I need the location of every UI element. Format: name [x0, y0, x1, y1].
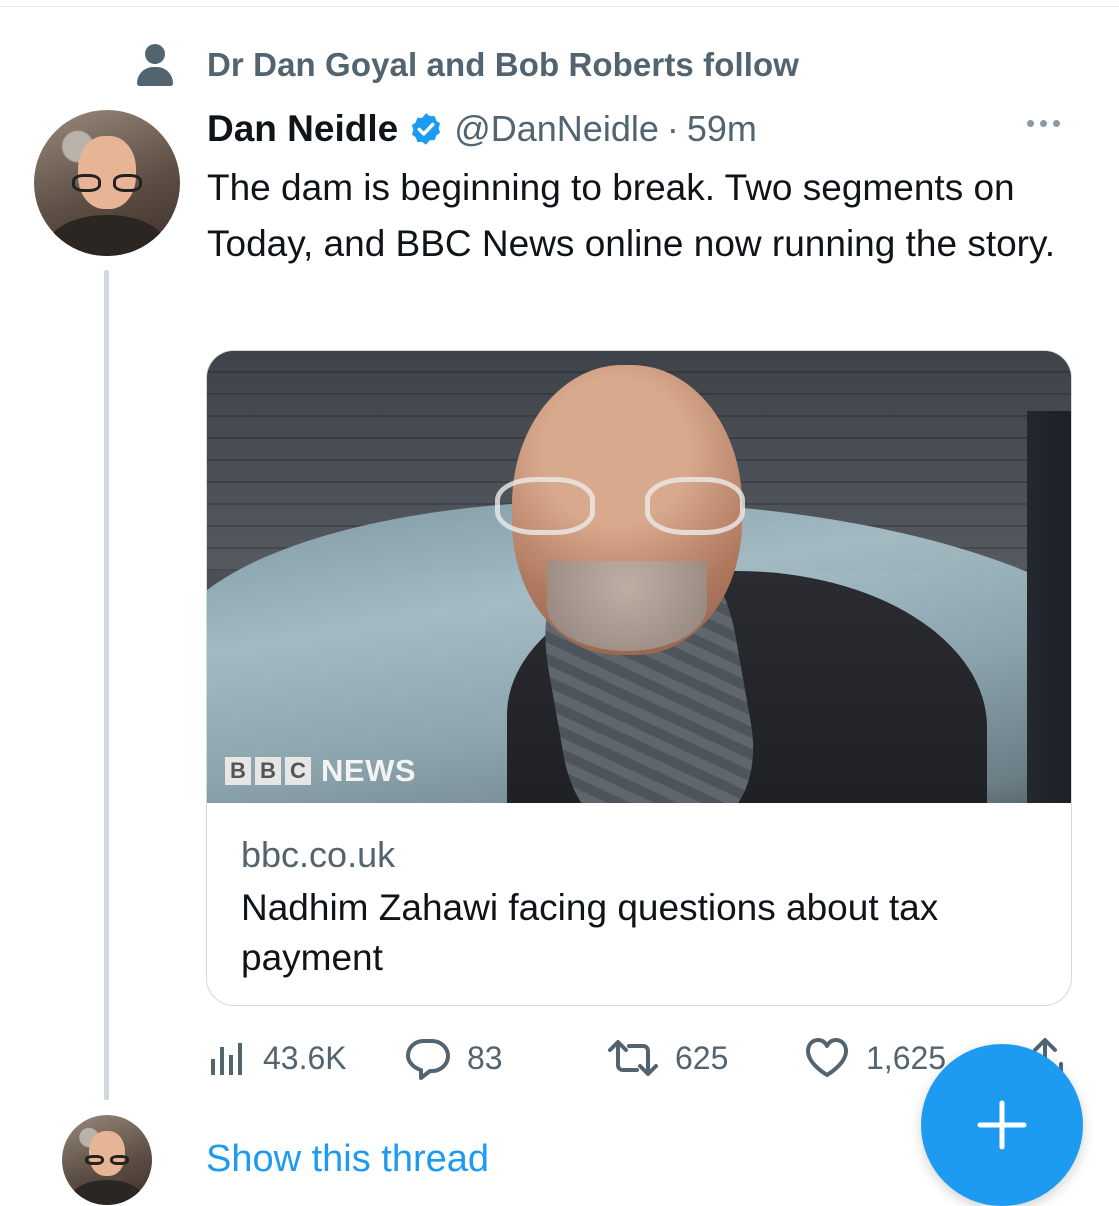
- author-name[interactable]: Dan Neidle: [207, 108, 398, 150]
- top-divider: [0, 0, 1119, 7]
- author-avatar[interactable]: [34, 110, 180, 256]
- heart-icon: [806, 1038, 848, 1077]
- views-count: 43.6K: [263, 1039, 347, 1076]
- tweet-header: Dan Neidle @DanNeidle · 59m: [207, 104, 757, 154]
- more-options-icon[interactable]: [1027, 120, 1060, 127]
- person-icon: [135, 40, 175, 90]
- compose-tweet-button[interactable]: [921, 1044, 1083, 1206]
- tweet-text: The dam is beginning to break. Two segme…: [207, 167, 1056, 264]
- show-thread-link[interactable]: Show this thread: [206, 1138, 489, 1181]
- verified-badge-icon: [412, 113, 441, 145]
- reply-count: 83: [467, 1039, 503, 1076]
- author-handle[interactable]: @DanNeidle: [454, 108, 659, 150]
- like-count: 1,625: [866, 1039, 947, 1076]
- link-card[interactable]: B B C NEWS bbc.co.uk Nadhim Zahawi facin…: [206, 350, 1072, 1006]
- retweet-count: 625: [675, 1039, 729, 1076]
- like-button[interactable]: 1,625: [804, 1033, 946, 1083]
- tweet-timestamp[interactable]: 59m: [687, 108, 757, 150]
- views-button[interactable]: 43.6K: [207, 1033, 347, 1083]
- card-title: Nadhim Zahawi facing questions about tax…: [241, 887, 939, 978]
- reply-icon: [406, 1039, 450, 1080]
- card-image: B B C NEWS: [207, 351, 1071, 803]
- thread-connector-line: [104, 270, 109, 1100]
- thread-avatar[interactable]: [62, 1115, 152, 1205]
- bbc-news-logo: B B C NEWS: [225, 753, 416, 789]
- card-domain: bbc.co.uk: [241, 834, 396, 875]
- reply-button[interactable]: 83: [405, 1033, 503, 1083]
- social-context-label: Dr Dan Goyal and Bob Roberts follow: [207, 46, 800, 83]
- retweet-button[interactable]: 625: [607, 1033, 728, 1083]
- social-context: Dr Dan Goyal and Bob Roberts follow: [135, 40, 799, 90]
- views-icon: [211, 1043, 242, 1075]
- plus-icon: [977, 1100, 1027, 1150]
- separator-dot: ·: [666, 108, 679, 149]
- retweet-icon: [608, 1040, 658, 1076]
